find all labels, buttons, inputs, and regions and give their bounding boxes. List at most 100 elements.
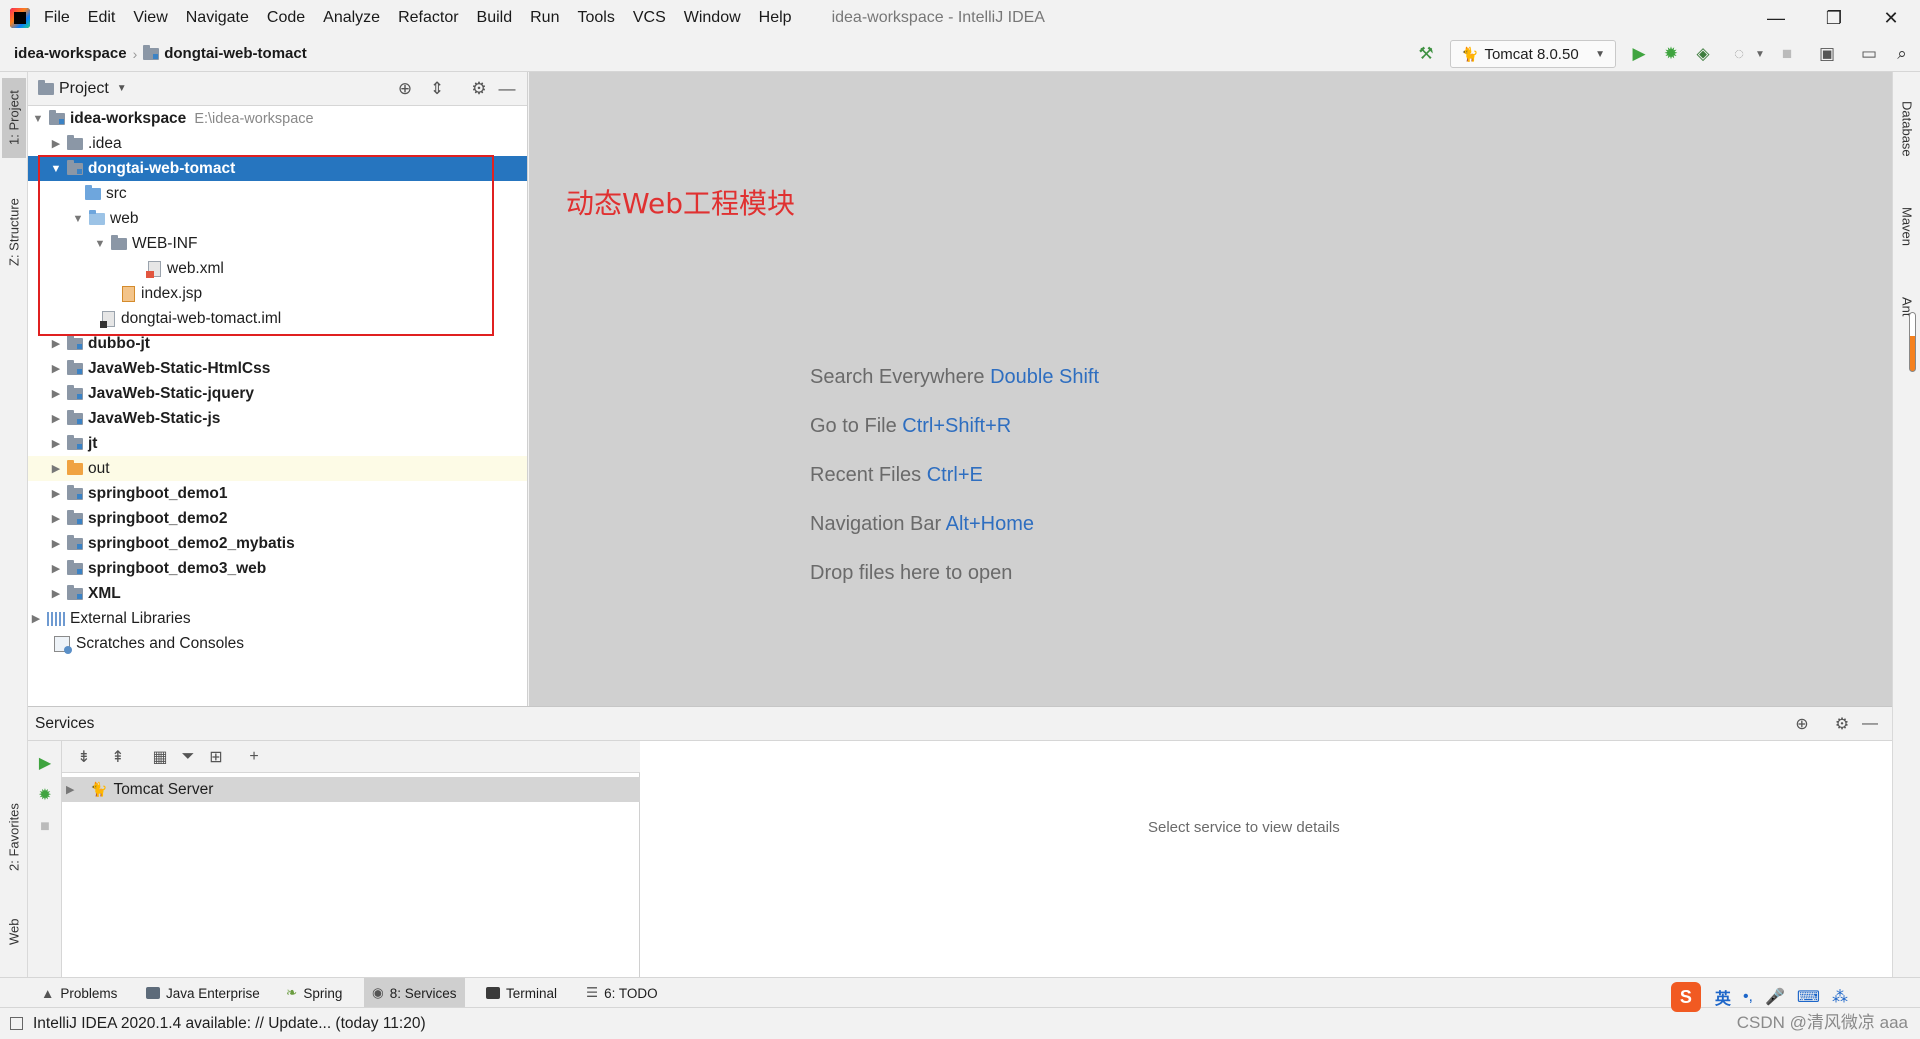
restore-button[interactable]: ❐ <box>1805 0 1863 36</box>
tree-item-xml[interactable]: ▶ XML <box>28 581 527 606</box>
filter-icon[interactable]: ⏷ <box>176 745 200 769</box>
gear-icon[interactable]: ⚙ <box>1830 712 1854 736</box>
expand-arrow-icon[interactable]: ▶ <box>66 783 82 796</box>
search-icon[interactable]: ⌕ <box>1890 42 1914 66</box>
microphone-icon[interactable]: 🎤 <box>1765 987 1785 1007</box>
run-icon[interactable]: ▶ <box>33 751 57 775</box>
chevron-down-icon[interactable]: ▼ <box>117 83 127 94</box>
service-row-tomcat[interactable]: ▶ 🐈 Tomcat Server <box>62 777 640 802</box>
tool-windows-toggle-icon[interactable] <box>10 1017 23 1030</box>
add-service-icon[interactable]: + <box>242 745 266 769</box>
punctuation-icon[interactable]: •, <box>1743 988 1753 1006</box>
keyboard-icon[interactable]: ⌨ <box>1797 987 1820 1007</box>
tree-item-out[interactable]: ▶ out <box>28 456 527 481</box>
tree-item-jt[interactable]: ▶ jt <box>28 431 527 456</box>
presentation-icon[interactable]: ▭ <box>1857 42 1881 66</box>
menu-refactor[interactable]: Refactor <box>398 9 458 27</box>
project-view-select[interactable]: Project <box>59 80 109 98</box>
menu-run[interactable]: Run <box>530 9 559 27</box>
tree-item-springboot-demo2[interactable]: ▶ springboot_demo2 <box>28 506 527 531</box>
tree-item-springboot-demo3-web[interactable]: ▶ springboot_demo3_web <box>28 556 527 581</box>
chevron-down-icon[interactable]: ▼ <box>1748 42 1772 66</box>
minimize-button[interactable]: — <box>1747 0 1805 36</box>
gear-icon[interactable]: ⚙ <box>468 78 490 100</box>
coverage-icon[interactable]: ◈ <box>1691 42 1715 66</box>
hint-shortcut: Ctrl+E <box>926 464 983 486</box>
menu-analyze[interactable]: Analyze <box>323 9 380 27</box>
menu-navigate[interactable]: Navigate <box>186 9 249 27</box>
collapse-all-icon[interactable]: ⇕ <box>426 78 448 100</box>
tree-item-external-libraries[interactable]: ▶ External Libraries <box>28 606 527 631</box>
breadcrumb-root[interactable]: idea-workspace <box>14 45 127 62</box>
ime-menu-icon[interactable]: ⁂ <box>1832 987 1848 1007</box>
locate-target-icon[interactable]: ⊕ <box>394 78 416 100</box>
menu-build[interactable]: Build <box>477 9 513 27</box>
menu-tools[interactable]: Tools <box>577 9 614 27</box>
hide-panel-icon[interactable]: — <box>1858 712 1882 736</box>
library-icon <box>47 611 65 626</box>
status-message[interactable]: IntelliJ IDEA 2020.1.4 available: // Upd… <box>33 1015 426 1033</box>
tab-favorites[interactable]: 2: Favorites <box>2 792 26 882</box>
ime-language-label[interactable]: 英 <box>1715 985 1731 1009</box>
menu-edit[interactable]: Edit <box>88 9 116 27</box>
tab-web[interactable]: Web <box>2 907 26 957</box>
debug-bug-icon[interactable]: ✹ <box>33 783 57 807</box>
expand-arrow-icon[interactable]: ▶ <box>48 462 64 475</box>
tab-maven[interactable]: Maven <box>1895 187 1919 267</box>
expand-arrow-icon[interactable]: ▶ <box>48 587 64 600</box>
memory-indicator[interactable] <box>1909 312 1916 372</box>
tab-terminal[interactable]: Terminal <box>478 978 565 1008</box>
expand-arrow-icon[interactable]: ▼ <box>30 113 46 125</box>
breadcrumb-module[interactable]: dongtai-web-tomact <box>164 45 307 62</box>
expand-arrow-icon[interactable]: ▶ <box>48 387 64 400</box>
tree-item-javaweb-static-jquery[interactable]: ▶ JavaWeb-Static-jquery <box>28 381 527 406</box>
build-hammer-icon[interactable]: ⚒ <box>1414 42 1438 66</box>
run-icon[interactable]: ▶ <box>1627 42 1651 66</box>
collapse-all-icon[interactable]: ⇞ <box>106 745 130 769</box>
expand-arrow-icon[interactable]: ▶ <box>48 512 64 525</box>
tree-item-javaweb-static-js[interactable]: ▶ JavaWeb-Static-js <box>28 406 527 431</box>
expand-arrow-icon[interactable]: ▶ <box>48 362 64 375</box>
run-configuration-select[interactable]: 🐈 Tomcat 8.0.50 ▼ <box>1450 40 1616 68</box>
menu-file[interactable]: File <box>44 9 70 27</box>
expand-arrow-icon[interactable]: ▶ <box>48 412 64 425</box>
expand-arrow-icon[interactable]: ▶ <box>48 562 64 575</box>
tree-item-idea[interactable]: ▶ .idea <box>28 131 527 156</box>
tab-project[interactable]: 1: Project <box>2 78 26 158</box>
debug-bug-icon[interactable]: ✹ <box>1659 42 1683 66</box>
menu-view[interactable]: View <box>133 9 167 27</box>
menu-code[interactable]: Code <box>267 9 305 27</box>
group-by-icon[interactable]: ▦ <box>148 745 172 769</box>
tab-spring[interactable]: ❧ Spring <box>278 978 350 1008</box>
tab-structure[interactable]: Z: Structure <box>2 182 26 282</box>
menu-vcs[interactable]: VCS <box>633 9 666 27</box>
expand-arrow-icon[interactable]: ▶ <box>28 612 44 625</box>
stop-icon[interactable]: ■ <box>33 815 57 839</box>
expand-arrow-icon[interactable]: ▶ <box>48 437 64 450</box>
sogou-ime-logo-icon[interactable]: S <box>1670 982 1701 1012</box>
tree-item-springboot-demo2-mybatis[interactable]: ▶ springboot_demo2_mybatis <box>28 531 527 556</box>
tab-problems[interactable]: ▲ Problems <box>33 978 125 1008</box>
locate-target-icon[interactable]: ⊕ <box>1790 712 1814 736</box>
project-structure-icon[interactable]: ▣ <box>1815 42 1839 66</box>
tab-database[interactable]: Database <box>1895 84 1919 174</box>
tree-item-idea-workspace[interactable]: ▼ idea-workspace E:\idea-workspace <box>28 106 527 131</box>
hide-panel-icon[interactable]: — <box>496 78 518 100</box>
expand-arrow-icon[interactable]: ▶ <box>48 337 64 350</box>
tab-todo[interactable]: ☰ 6: TODO <box>578 978 666 1008</box>
tree-item-springboot-demo1[interactable]: ▶ springboot_demo1 <box>28 481 527 506</box>
expand-arrow-icon[interactable]: ▶ <box>48 137 64 150</box>
menu-window[interactable]: Window <box>684 9 741 27</box>
tree-item-javaweb-static-htmlcss[interactable]: ▶ JavaWeb-Static-HtmlCss <box>28 356 527 381</box>
expand-all-icon[interactable]: ⇟ <box>72 745 96 769</box>
new-tab-icon[interactable]: ⊞ <box>204 745 228 769</box>
expand-arrow-icon[interactable]: ▶ <box>48 537 64 550</box>
stop-icon[interactable]: ■ <box>1775 42 1799 66</box>
tree-item-scratches[interactable]: Scratches and Consoles <box>28 631 527 656</box>
service-details-placeholder: Select service to view details <box>1148 819 1340 836</box>
tab-java-enterprise[interactable]: Java Enterprise <box>138 978 268 1008</box>
menu-help[interactable]: Help <box>759 9 792 27</box>
tab-services[interactable]: ◉ 8: Services <box>364 978 465 1008</box>
expand-arrow-icon[interactable]: ▶ <box>48 487 64 500</box>
close-button[interactable]: ✕ <box>1862 0 1920 36</box>
